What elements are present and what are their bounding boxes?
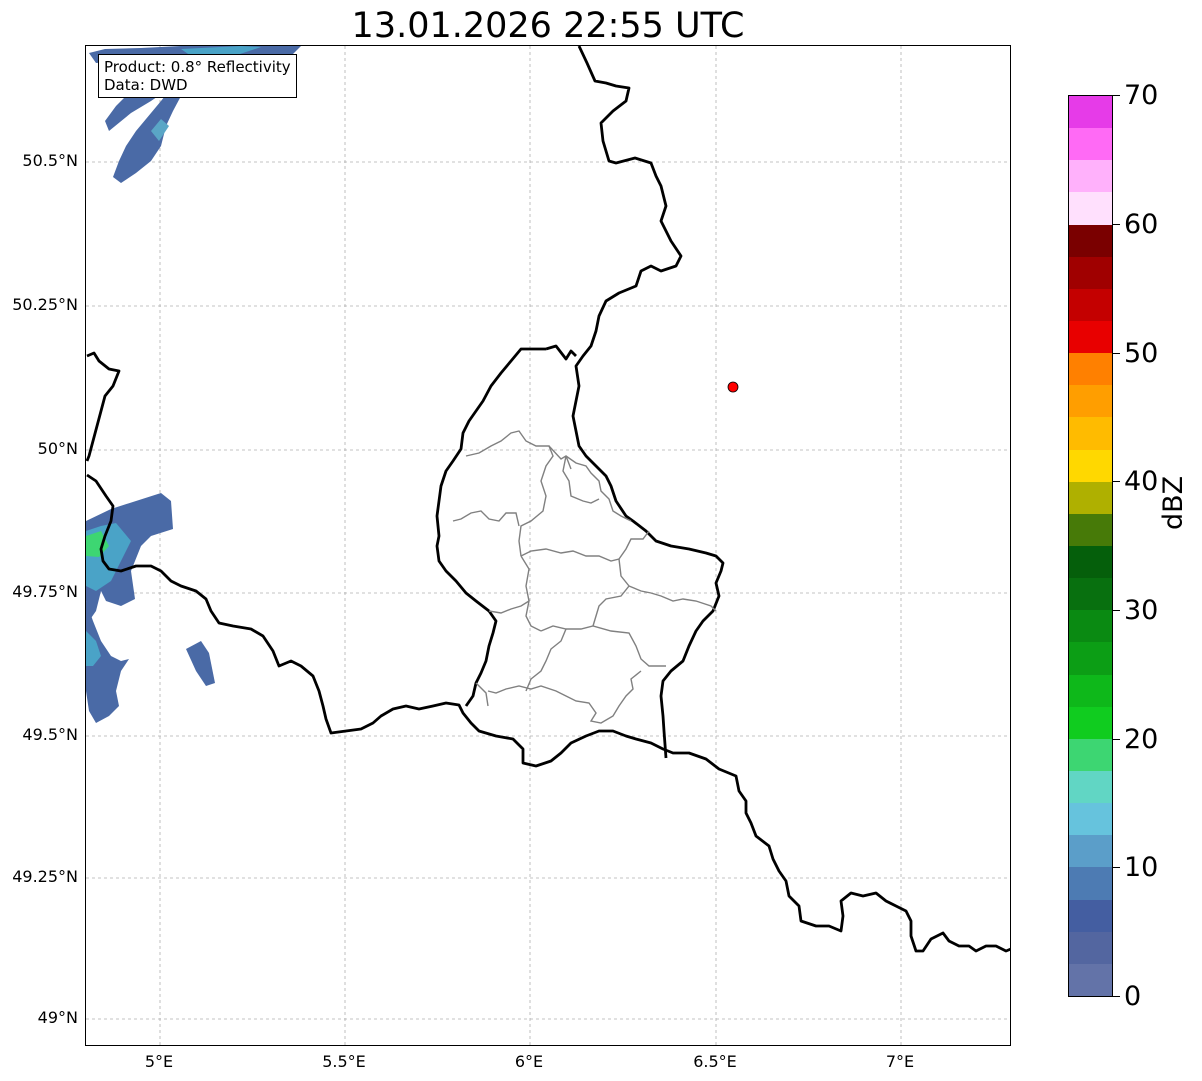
colorbar-segment	[1069, 513, 1112, 546]
radar-map[interactable]	[86, 46, 1010, 1045]
colorbar-tick-label: 40	[1124, 466, 1159, 497]
colorbar-tick	[1113, 95, 1120, 96]
radar-site-marker[interactable]	[727, 381, 739, 393]
lat-tick-label: 49.5°N	[22, 725, 78, 744]
colorbar-segment	[1069, 835, 1112, 868]
lat-tick-label: 49°N	[37, 1008, 78, 1027]
map-title: 13.01.2026 22:55 UTC	[351, 6, 745, 46]
colorbar-tick-label: 20	[1124, 724, 1159, 755]
colorbar-tick-label: 30	[1124, 595, 1159, 626]
colorbar-tick	[1113, 224, 1120, 225]
colorbar-segment	[1069, 192, 1112, 225]
colorbar-tick	[1113, 867, 1120, 868]
radar-echoes	[86, 46, 301, 723]
colorbar-segment	[1069, 706, 1112, 739]
colorbar-segment	[1069, 256, 1112, 289]
colorbar-tick-label: 10	[1124, 852, 1159, 883]
colorbar-segment	[1069, 770, 1112, 804]
lon-tick-label: 6.5°E	[693, 1052, 737, 1071]
colorbar-tick-label: 70	[1124, 80, 1159, 111]
lon-tick-label: 5°E	[144, 1052, 174, 1071]
colorbar-segment	[1069, 803, 1112, 836]
colorbar-segment	[1069, 481, 1112, 514]
colorbar-tick	[1113, 353, 1120, 354]
colorbar-tick	[1113, 996, 1120, 997]
lat-tick-label: 50.5°N	[22, 151, 78, 170]
colorbar-segment	[1069, 320, 1112, 354]
colorbar-tick	[1113, 481, 1120, 482]
lon-tick-label: 7°E	[885, 1052, 915, 1071]
colorbar-segment	[1069, 385, 1112, 418]
colorbar-segment	[1069, 96, 1112, 129]
colorbar-tick-label: 50	[1124, 338, 1159, 369]
district-boundaries	[452, 430, 717, 724]
colorbar-tick	[1113, 739, 1120, 740]
product-label: Product: 0.8° Reflectivity	[104, 58, 291, 76]
lat-tick-label: 50°N	[37, 439, 78, 458]
colorbar-segment	[1069, 642, 1112, 675]
colorbar-segment	[1069, 899, 1112, 932]
country-borders	[86, 46, 1010, 953]
colorbar-segment	[1069, 738, 1112, 771]
lat-tick-label: 49.75°N	[12, 582, 78, 601]
colorbar-segment	[1069, 160, 1112, 193]
lat-tick-label: 49.25°N	[12, 867, 78, 886]
data-source-label: Data: DWD	[104, 76, 188, 94]
colorbar-tick-label: 60	[1124, 209, 1159, 240]
colorbar-segment	[1069, 449, 1112, 482]
colorbar-segment	[1069, 353, 1112, 386]
lon-tick-label: 6°E	[514, 1052, 544, 1071]
map-panel[interactable]	[85, 45, 1011, 1046]
product-info-box: Product: 0.8° Reflectivity Data: DWD	[98, 54, 297, 98]
colorbar-segment	[1069, 867, 1112, 900]
colorbar-segment	[1069, 128, 1112, 161]
colorbar-segment	[1069, 963, 1112, 996]
colorbar-unit-label: dBZ	[1158, 475, 1189, 530]
colorbar-tick-label: 0	[1124, 981, 1142, 1012]
lat-tick-label: 50.25°N	[12, 295, 78, 314]
colorbar-segment	[1069, 931, 1112, 964]
colorbar-tick	[1113, 610, 1120, 611]
colorbar-segment	[1069, 224, 1112, 257]
colorbar-segment	[1069, 417, 1112, 450]
colorbar-segment	[1069, 578, 1112, 611]
colorbar-segment	[1069, 288, 1112, 321]
colorbar	[1068, 95, 1113, 997]
colorbar-segment	[1069, 610, 1112, 643]
colorbar-segment	[1069, 545, 1112, 579]
colorbar-segment	[1069, 674, 1112, 707]
lon-tick-label: 5.5°E	[322, 1052, 366, 1071]
